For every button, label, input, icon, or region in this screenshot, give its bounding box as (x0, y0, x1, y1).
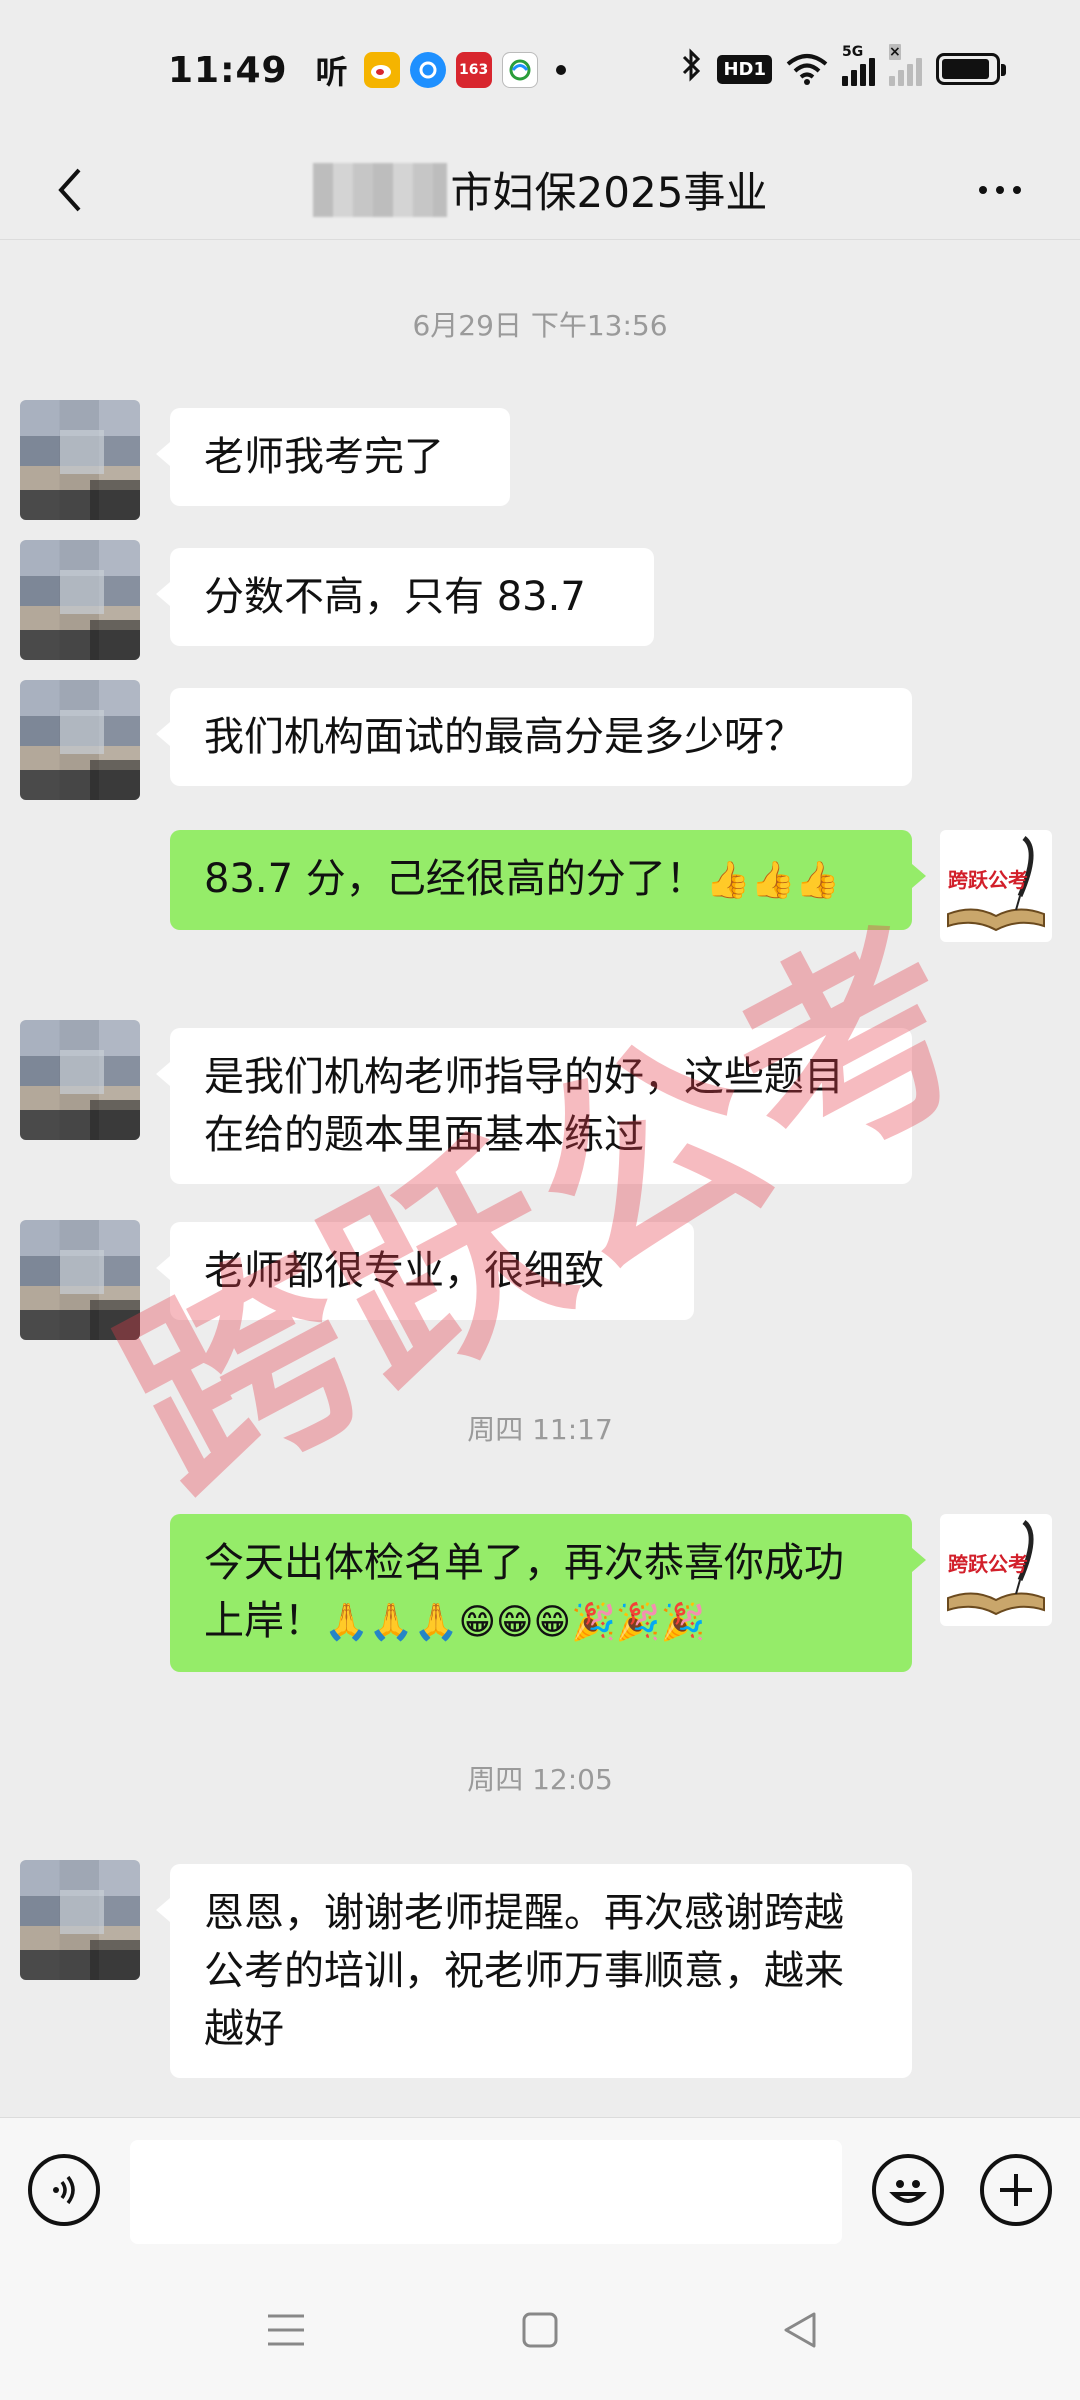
message-bubble[interactable]: 恩恩，谢谢老师提醒。再次感谢跨越公考的培训，祝老师万事顺意，越来越好 (156, 1864, 912, 2078)
more-notifications-dot (555, 65, 566, 75)
status-time: 11:49 (168, 49, 288, 91)
my-avatar[interactable]: 跨跃公考 (940, 830, 1052, 942)
ting-app-icon: 听 (315, 53, 348, 91)
signal-weak-icon: × (889, 44, 922, 86)
dot (979, 186, 987, 194)
signal-5g-label: 5G (842, 44, 864, 60)
message-text: 老师我考完了 (204, 434, 444, 480)
hd-voice-icon: HD1 (717, 54, 772, 84)
smiley-icon (889, 2180, 927, 2203)
netease-icon: 163 (455, 52, 492, 88)
message-bubble-mine[interactable]: 83.7 分，己经很高的分了！👍👍👍 (170, 830, 926, 930)
china-mobile-icon (501, 52, 538, 88)
system-status-icons: HD1 5G × (681, 44, 1006, 90)
contact-avatar[interactable] (20, 680, 140, 800)
timestamp: 6月29日 下午13:56 (412, 309, 668, 342)
title-redaction (312, 162, 447, 217)
home-button[interactable] (510, 2305, 570, 2355)
message-text: 我们机构面试的最高分是多少呀？ (204, 714, 804, 760)
square-icon (522, 2312, 558, 2348)
dot (1013, 186, 1021, 194)
more-options-button[interactable] (970, 170, 1030, 210)
netease-label: 163 (458, 62, 489, 78)
contact-avatar[interactable] (20, 540, 140, 660)
signal-5g-icon: 5G (842, 44, 875, 86)
message-bubble[interactable]: 是我们机构老师指导的好，这些题目在给的题本里面基本练过 (156, 1028, 912, 1184)
signal-x-label: × (889, 44, 901, 60)
dot (996, 186, 1004, 194)
recent-apps-button[interactable] (256, 2305, 316, 2355)
input-bar (0, 2117, 1080, 2260)
battery-icon (936, 53, 1006, 85)
voice-icon (53, 2175, 75, 2205)
plus-icon (1000, 2174, 1032, 2206)
message-text: 是我们机构老师指导的好，这些题目在给的题本里面基本练过 (204, 1054, 844, 1158)
my-avatar[interactable]: 跨跃公考 (940, 1514, 1052, 1626)
bluetooth-icon (681, 48, 703, 90)
avatar-brand-label: 跨跃公考 (948, 868, 1028, 892)
browser-icon (409, 52, 446, 88)
message-bubble-mine[interactable]: 今天出体检名单了，再次恭喜你成功上岸！🙏🙏🙏😁😁😁🎉🎉🎉 (170, 1514, 926, 1672)
timestamp: 周四 11:17 (467, 1413, 613, 1446)
status-bar: 11:49 听 163 HD1 5G × (0, 0, 1080, 140)
contact-avatar[interactable] (20, 1220, 140, 1340)
contact-avatar[interactable] (20, 400, 140, 520)
back-button[interactable] (40, 160, 100, 220)
battery-level (942, 59, 989, 79)
message-text: 分数不高，只有 83.7 (204, 574, 586, 620)
chat-header: 市妇保2025事业 (0, 140, 1080, 240)
chat-messages[interactable]: 6月29日 下午13:56 老师我考完了 分数不高，只有 83.7 我们机构面试… (0, 240, 1080, 2117)
triangle-back-icon (784, 2312, 816, 2348)
emoji-button[interactable] (872, 2154, 944, 2226)
back-nav-button[interactable] (770, 2305, 830, 2355)
wifi-icon (786, 52, 828, 86)
chat-title: 市妇保2025事业 (312, 159, 768, 220)
message-emoji: 👍👍👍 (705, 860, 841, 901)
message-bubble[interactable]: 老师我考完了 (156, 408, 510, 506)
message-bubble[interactable]: 我们机构面试的最高分是多少呀？ (156, 688, 912, 786)
timestamp: 周四 12:05 (467, 1763, 613, 1796)
chevron-left-icon (58, 168, 81, 212)
message-emoji: 🙏🙏🙏😁😁😁🎉🎉🎉 (324, 1602, 706, 1643)
message-text: 老师都很专业，很细致 (204, 1248, 604, 1294)
chat-title-text: 市妇保2025事业 (450, 168, 768, 217)
message-input[interactable] (130, 2140, 842, 2244)
message-bubble[interactable]: 老师都很专业，很细致 (156, 1222, 694, 1320)
avatar-brand-label: 跨跃公考 (948, 1552, 1028, 1576)
message-text: 恩恩，谢谢老师提醒。再次感谢跨越公考的培训，祝老师万事顺意，越来越好 (204, 1890, 844, 2052)
contact-avatar[interactable] (20, 1860, 140, 1980)
notification-icons: 听 163 (310, 52, 566, 91)
more-functions-button[interactable] (980, 2154, 1052, 2226)
menu-lines-icon (268, 2314, 304, 2346)
message-bubble[interactable]: 分数不高，只有 83.7 (156, 548, 654, 646)
system-nav-bar (0, 2260, 1080, 2400)
weibo-icon (363, 52, 400, 88)
contact-avatar[interactable] (20, 1020, 140, 1140)
voice-input-button[interactable] (28, 2154, 100, 2226)
message-text: 83.7 分，己经很高的分了！ (204, 856, 706, 902)
